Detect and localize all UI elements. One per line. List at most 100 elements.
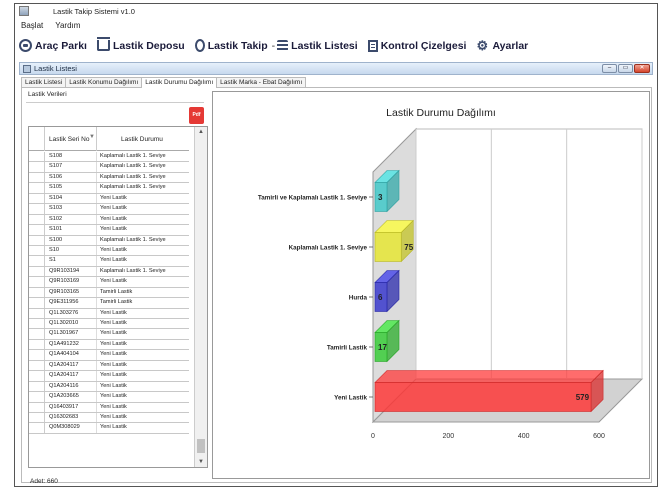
cell-serial-no: Q16302683 <box>49 413 79 420</box>
toolbar-kontrol-cizelgesi-button[interactable]: Kontrol Çizelgesi <box>367 39 466 52</box>
row-selector[interactable] <box>29 329 45 339</box>
table-row[interactable]: S108 Kaplamalı Lastik 1. Seviye <box>29 152 189 163</box>
table-row[interactable]: Q0M308029 Yeni Lastik <box>29 423 189 434</box>
row-selector[interactable] <box>29 162 45 172</box>
tire-icon <box>194 39 205 52</box>
row-selector[interactable] <box>29 287 45 298</box>
table-row[interactable]: S10 Yeni Lastik <box>29 245 189 257</box>
table-row[interactable]: S1 Yeni Lastik <box>29 256 189 267</box>
cell-serial-no: Q1A404104 <box>49 351 79 358</box>
row-selector[interactable] <box>29 350 45 360</box>
row-selector[interactable] <box>29 402 45 412</box>
toolbar-lastik-takip-label: Lastik Takip <box>207 39 268 52</box>
cell-divider <box>96 350 97 360</box>
row-selector[interactable] <box>29 392 45 402</box>
pdf-export-button[interactable]: Pdf <box>189 107 204 124</box>
window-icon <box>23 64 31 73</box>
table-row[interactable]: S103 Yeni Lastik <box>29 204 189 215</box>
row-selector[interactable] <box>29 412 45 423</box>
cell-serial-no: Q9R103169 <box>49 278 80 285</box>
cell-status: Yeni Lastik <box>100 257 127 264</box>
cell-divider <box>96 381 97 392</box>
minimize-button[interactable]: – <box>602 64 617 73</box>
table-row[interactable]: Q1A404104 Yeni Lastik <box>29 350 189 361</box>
table-row[interactable]: S104 Yeni Lastik <box>29 193 189 205</box>
row-selector[interactable] <box>29 235 45 245</box>
row-selector[interactable] <box>29 245 45 256</box>
toolbar-arac-parki-label: Araç Parkı <box>35 39 87 52</box>
row-selector[interactable] <box>29 381 45 392</box>
row-selector[interactable] <box>29 183 45 193</box>
table-row[interactable]: Q9R103169 Yeni Lastik <box>29 277 189 288</box>
table-row[interactable]: Q1A204117 Yeni Lastik <box>29 371 189 382</box>
restore-button[interactable]: ▭ <box>618 64 633 73</box>
column-divider <box>96 127 97 151</box>
row-selector[interactable] <box>29 339 45 350</box>
tab-lastik-listesi[interactable]: Lastik Listesi <box>21 77 67 87</box>
scroll-up-arrow-icon[interactable]: ▲ <box>198 129 204 135</box>
toolbar-lastik-listesi-button[interactable]: Lastik Listesi <box>277 40 358 52</box>
menu-item-baslat[interactable]: Başlat <box>21 21 43 30</box>
row-selector[interactable] <box>29 371 45 381</box>
column-header-serial[interactable]: Lastik Seri No <box>49 136 89 143</box>
column-header-status[interactable]: Lastik Durumu <box>121 136 163 143</box>
scroll-thumb[interactable] <box>197 439 205 453</box>
toolbar-lastik-takip-button[interactable]: Lastik Takip <box>194 39 268 52</box>
table-row[interactable]: Q9R103194 Kaplamalı Lastik 1. Seviye <box>29 266 189 278</box>
table-row[interactable]: Q1L301967 Yeni Lastik <box>29 329 189 340</box>
row-selector[interactable] <box>29 308 45 318</box>
table-row[interactable]: S107 Kaplamalı Lastik 1. Seviye <box>29 162 189 173</box>
row-selector[interactable] <box>29 172 45 183</box>
row-selector[interactable] <box>29 225 45 235</box>
chart-panel: Lastik Durumu Dağılımı 0 200 400 600 3 Tamirl… <box>212 91 650 479</box>
table-row[interactable]: Q16403917 Yeni Lastik <box>29 402 189 413</box>
toolbar-lastik-deposu-button[interactable]: Lastik Deposu <box>96 37 185 52</box>
row-selector[interactable] <box>29 204 45 214</box>
close-button[interactable]: ✕ <box>634 64 650 73</box>
row-selector[interactable] <box>29 423 45 433</box>
row-selector[interactable] <box>29 256 45 266</box>
table-row[interactable]: Q1A204116 Yeni Lastik <box>29 381 189 393</box>
table-row[interactable]: S100 Kaplamalı Lastik 1. Seviye <box>29 235 189 246</box>
app-icon <box>19 6 29 16</box>
cell-divider <box>96 402 97 412</box>
table-row[interactable]: Q1A204117 Yeni Lastik <box>29 360 189 372</box>
table-row[interactable]: S102 Yeni Lastik <box>29 214 189 226</box>
tire-data-grid[interactable]: Lastik Seri No ▼ Lastik Durumu S108 Kapla… <box>28 126 208 468</box>
table-row[interactable]: Q1L303276 Yeni Lastik <box>29 308 189 319</box>
y-category-label: Hurda <box>349 295 368 302</box>
tab-lastik-durumu-dagilimi[interactable]: Lastik Durumu Dağılımı <box>141 77 218 88</box>
row-selector[interactable] <box>29 214 45 225</box>
toolbar-arac-parki-button[interactable]: Araç Parkı <box>19 39 87 52</box>
row-selector[interactable] <box>29 266 45 277</box>
column-filter-icon[interactable]: ▼ <box>89 134 95 140</box>
record-count: Adet: 660 <box>30 478 58 485</box>
row-selector[interactable] <box>29 277 45 287</box>
table-row[interactable]: S101 Yeni Lastik <box>29 225 189 236</box>
grid-scrollbar[interactable]: ▲ ▼ <box>194 127 207 467</box>
table-row[interactable]: Q1L302010 Yeni Lastik <box>29 319 189 330</box>
toolbar-lastik-deposu-label: Lastik Deposu <box>112 39 185 52</box>
table-row[interactable]: Q9E311956 Tamirli Lastik <box>29 298 189 309</box>
menu-item-yardim[interactable]: Yardım <box>55 21 80 30</box>
cell-divider <box>96 256 97 266</box>
row-selector[interactable] <box>29 298 45 308</box>
row-selector[interactable] <box>29 152 45 162</box>
cell-serial-no: S105 <box>49 184 63 191</box>
table-row[interactable]: Q16302683 Yeni Lastik <box>29 412 189 424</box>
cell-divider <box>96 235 97 245</box>
table-row[interactable]: Q1A203665 Yeni Lastik <box>29 392 189 403</box>
table-row[interactable]: Q9R103165 Tamirli Lastik <box>29 287 189 299</box>
tab-lastik-marka-ebat-dagilimi[interactable]: Lastik Marka - Ebat Dağılımı <box>216 77 307 87</box>
row-selector[interactable] <box>29 360 45 371</box>
x-tick-label: 0 <box>371 433 375 440</box>
scroll-down-arrow-icon[interactable]: ▼ <box>198 459 204 465</box>
row-selector[interactable] <box>29 319 45 329</box>
checklist-icon <box>367 39 378 52</box>
tab-lastik-konumu-dagilimi[interactable]: Lastik Konumu Dağılımı <box>65 77 143 87</box>
table-row[interactable]: S106 Kaplamalı Lastik 1. Seviye <box>29 172 189 184</box>
table-row[interactable]: S105 Kaplamalı Lastik 1. Seviye <box>29 183 189 194</box>
row-selector[interactable] <box>29 193 45 204</box>
table-row[interactable]: Q1A491232 Yeni Lastik <box>29 339 189 351</box>
toolbar-ayarlar-button[interactable]: ⚙ Ayarlar <box>476 39 528 52</box>
